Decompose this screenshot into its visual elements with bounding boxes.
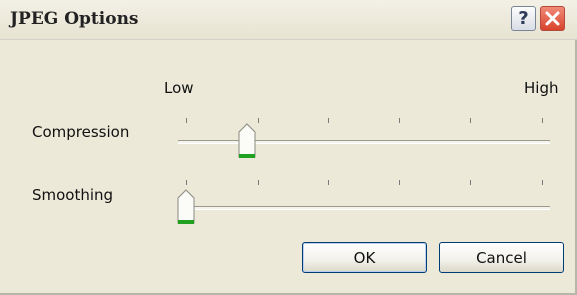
close-icon: [545, 11, 560, 26]
scale-high-label: High: [524, 79, 559, 97]
title-bar[interactable]: JPEG Options ?: [0, 0, 577, 40]
tick-mark: [542, 180, 543, 185]
smoothing-track: [178, 206, 550, 210]
tick-mark: [399, 118, 400, 123]
tick-mark: [542, 118, 543, 123]
tick-mark: [328, 180, 329, 185]
tick-mark: [258, 118, 259, 123]
tick-mark: [399, 180, 400, 185]
dialog-title: JPEG Options: [10, 9, 139, 29]
tick-mark: [186, 118, 187, 123]
tick-mark: [328, 118, 329, 123]
smoothing-slider-thumb[interactable]: [176, 189, 196, 226]
ok-button[interactable]: OK: [302, 242, 427, 273]
smoothing-label: Smoothing: [32, 186, 114, 204]
compression-label: Compression: [32, 123, 130, 141]
scale-low-label: Low: [164, 79, 194, 97]
question-mark-icon: ?: [518, 8, 529, 29]
jpeg-options-dialog: JPEG Options ? Low High Compression Smoo…: [0, 0, 577, 295]
close-button[interactable]: [540, 6, 565, 31]
tick-mark: [186, 180, 187, 185]
cancel-button[interactable]: Cancel: [439, 242, 564, 273]
tick-mark: [470, 180, 471, 185]
compression-slider-thumb[interactable]: [237, 123, 257, 160]
tick-mark: [258, 180, 259, 185]
compression-track: [178, 140, 550, 144]
help-button[interactable]: ?: [511, 6, 536, 31]
tick-mark: [470, 118, 471, 123]
